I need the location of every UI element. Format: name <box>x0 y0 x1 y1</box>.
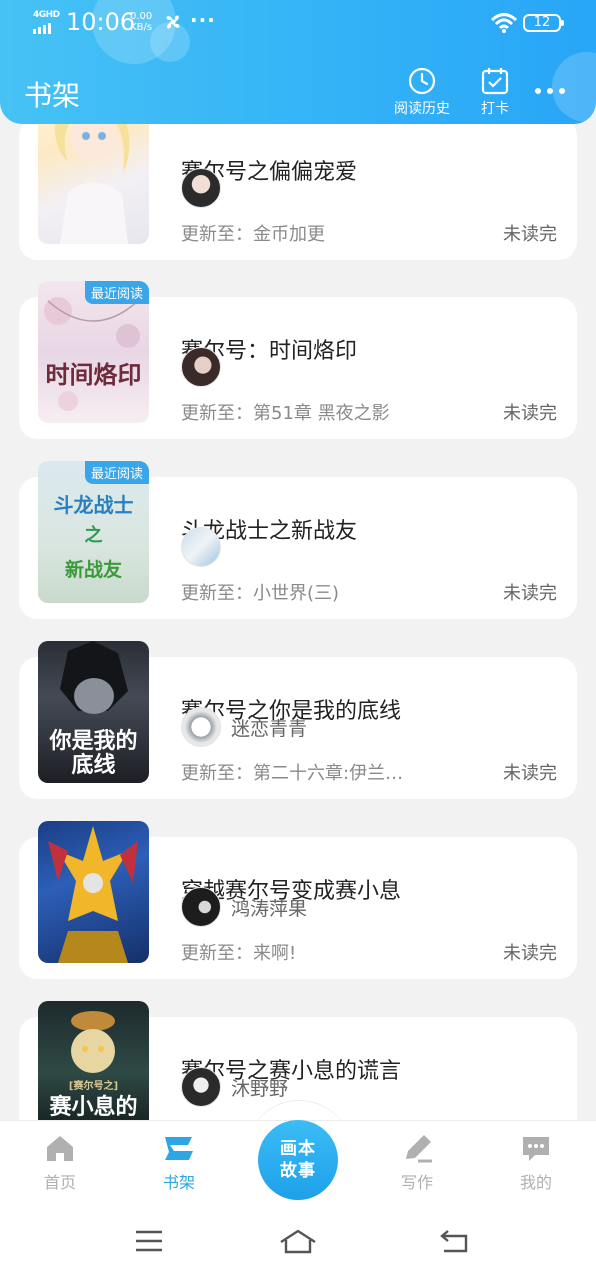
read-status: 未读完 <box>503 943 557 964</box>
checkin-label: 打卡 <box>481 101 509 117</box>
cover-title-art: 之 <box>84 525 103 546</box>
author-name: 迷恋青青 <box>231 717 308 740</box>
book-cover: 斗龙战士 之 新战友 最近阅读 <box>38 461 149 603</box>
read-status: 未读完 <box>503 583 557 604</box>
book-card[interactable]: 斗龙战士 之 新战友 最近阅读 斗龙战士之新战友 更新至：小世界(三) 未读完 <box>19 461 577 619</box>
tab-write-label: 写作 <box>400 1173 433 1192</box>
cover-title-art: 赛小息的 <box>49 1094 138 1120</box>
author-row: 沐野野 <box>181 1067 288 1107</box>
author-avatar <box>181 887 221 927</box>
app-header: 4GHD 10:06 0.00 KB/s ··· 12 书架 阅读历史 打卡 <box>0 0 596 124</box>
menu-icon[interactable] <box>134 1228 164 1254</box>
author-name: 鸿涛萍果 <box>231 897 308 920</box>
cover-title-art: 时间烙印 <box>45 360 142 389</box>
read-status: 未读完 <box>503 224 557 245</box>
calendar-check-icon <box>481 68 509 95</box>
author-row <box>181 168 221 208</box>
book-card[interactable]: 时间烙印 最近阅读 赛尔号：时间烙印 更新至：第51章 黑夜之影 未读完 <box>19 281 577 439</box>
update-info: 更新至：小世界(三) <box>181 583 340 604</box>
author-avatar <box>181 527 221 567</box>
bookshelf-list[interactable]: 赛尔号之偏偏宠爱 更新至：金币加更 未读完 时间烙印 最近阅读 赛尔号：时间烙印… <box>0 0 596 1120</box>
tab-bookshelf-label: 书架 <box>162 1173 195 1192</box>
tab-mine-label: 我的 <box>519 1173 552 1192</box>
author-avatar <box>181 707 221 747</box>
book-card[interactable]: 你是我的底线 赛尔号之你是我的底线 迷恋青青 更新至：第二十六章:伊兰… 未读完 <box>19 641 577 799</box>
reading-history-button[interactable]: 阅读历史 <box>394 66 450 118</box>
center-button-line1: 画本 <box>280 1139 316 1159</box>
update-info: 更新至：第51章 黑夜之影 <box>181 403 390 424</box>
author-row <box>181 347 221 387</box>
tab-home[interactable]: 首页 <box>20 1133 100 1193</box>
author-avatar <box>181 347 221 387</box>
home-icon <box>47 1136 73 1161</box>
book-cover <box>38 821 149 963</box>
recent-badge: 最近阅读 <box>84 461 149 484</box>
read-status: 未读完 <box>503 763 557 784</box>
status-bar: 4GHD 10:06 0.00 KB/s ··· 12 <box>0 0 596 46</box>
battery-icon: 12 <box>523 14 564 32</box>
bookshelf-icon <box>165 1137 193 1160</box>
header-decoration <box>552 52 596 122</box>
system-navigation-bar <box>0 1206 596 1280</box>
checkin-button[interactable]: 打卡 <box>480 66 510 118</box>
author-name: 沐野野 <box>231 1077 289 1100</box>
book-card[interactable]: 穿越赛尔号变成赛小息 鸿涛萍果 更新至：来啊! 未读完 <box>19 821 577 979</box>
update-info: 更新至：金币加更 <box>181 224 325 245</box>
more-status-icon: ··· <box>190 8 216 32</box>
page-title: 书架 <box>24 79 81 112</box>
author-row: 迷恋青青 <box>181 707 307 747</box>
author-row <box>181 527 221 567</box>
book-cover: 你是我的底线 <box>38 641 149 783</box>
reading-history-label: 阅读历史 <box>394 101 450 117</box>
back-icon[interactable] <box>438 1228 470 1254</box>
pen-icon <box>406 1135 432 1163</box>
read-status: 未读完 <box>503 403 557 424</box>
more-options-button[interactable] <box>535 88 565 94</box>
signal-icon: 4GHD <box>33 10 61 34</box>
author-avatar <box>181 168 221 208</box>
tab-home-label: 首页 <box>43 1173 76 1192</box>
cover-title-art: 新战友 <box>64 559 122 581</box>
recent-badge: 最近阅读 <box>84 281 149 304</box>
update-info: 更新至：第二十六章:伊兰… <box>181 763 404 784</box>
book-cover: 时间烙印 最近阅读 <box>38 281 149 423</box>
clock: 10:06 <box>66 8 136 36</box>
cover-title-art: 你是我的底线 <box>49 728 138 778</box>
clock-icon <box>408 67 436 95</box>
tab-mine[interactable]: 我的 <box>496 1133 576 1193</box>
update-info: 更新至：来啊! <box>181 943 297 964</box>
tab-write[interactable]: 写作 <box>377 1133 457 1193</box>
fan-icon <box>166 15 180 29</box>
center-button-line2: 故事 <box>280 1161 316 1181</box>
cover-title-art: 斗龙战士 <box>53 493 134 517</box>
home-system-icon[interactable] <box>278 1228 318 1256</box>
chat-bubble-icon <box>523 1137 549 1161</box>
author-avatar <box>181 1067 221 1107</box>
tab-bookshelf[interactable]: 书架 <box>139 1133 219 1193</box>
story-center-button[interactable]: 画本 故事 <box>258 1120 338 1200</box>
network-speed: 0.00 KB/s <box>130 11 153 33</box>
book-card[interactable]: 赛尔号之偏偏宠爱 更新至：金币加更 未读完 <box>19 102 577 260</box>
wifi-icon <box>490 13 518 33</box>
book-cover: [赛尔号之] 赛小息的 <box>38 1001 149 1120</box>
author-row: 鸿涛萍果 <box>181 887 307 927</box>
